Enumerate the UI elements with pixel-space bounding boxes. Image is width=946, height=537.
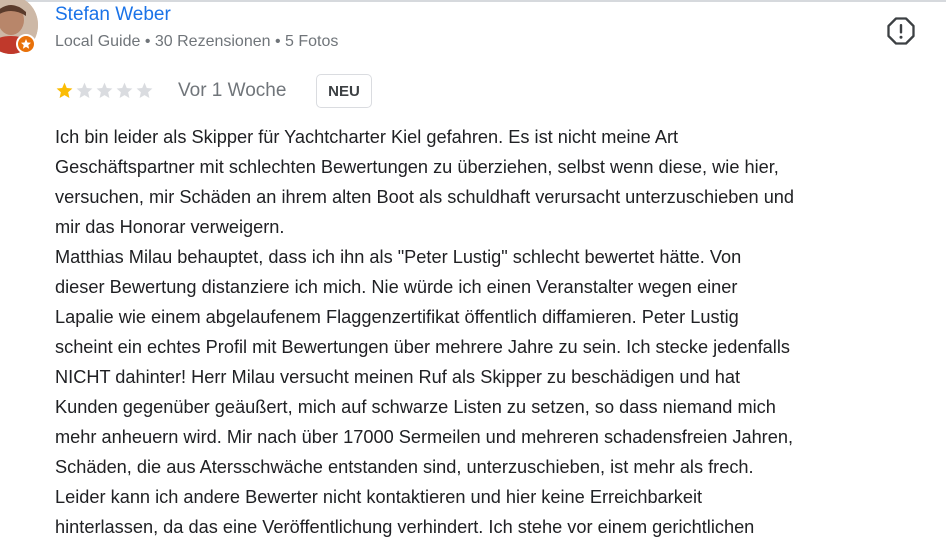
review-text-line: Schäden, die aus Atersschwäche entstande… <box>55 457 754 477</box>
reviewer-meta: Local Guide • 30 Rezensionen • 5 Fotos <box>55 33 339 50</box>
review-text-line: Geschäftspartner mit schlechten Bewertun… <box>55 157 779 177</box>
top-divider <box>0 0 946 2</box>
review-text-line: hinterlassen, da das eine Veröffentlichu… <box>55 517 755 537</box>
review-text-line: scheint ein echtes Profil mit Bewertunge… <box>55 337 790 357</box>
star-filled-icon <box>55 81 74 100</box>
review-text-line: versuchen, mir Schäden an ihrem alten Bo… <box>55 187 795 207</box>
review-text-line: Leider kann ich andere Bewerter nicht ko… <box>55 487 703 507</box>
review-date: Vor 1 Woche <box>178 80 287 101</box>
review-text-line: Lapalie wie einem abgelaufenem Flaggenze… <box>55 307 739 327</box>
review-text-line: mehr anheuern wird. Mir nach über 17000 … <box>55 427 794 447</box>
local-guide-star-icon <box>16 34 36 54</box>
review-text-line: mir das Honorar verweigern. <box>55 217 285 237</box>
review-text-line: dieser Bewertung distanziere ich mich. N… <box>55 277 738 297</box>
review-text-line: Kunden gegenüber geäußert, mich auf schw… <box>55 397 776 417</box>
star-empty-icon <box>75 81 94 100</box>
new-badge: NEU <box>316 74 372 108</box>
review-card: Stefan Weber Local Guide • 30 Rezensione… <box>0 0 946 537</box>
avatar[interactable] <box>0 0 38 54</box>
review-text-line: Matthias Milau behauptet, dass ich ihn a… <box>55 247 742 267</box>
review-text-line: NICHT dahinter! Herr Milau versucht mein… <box>55 367 741 387</box>
star-empty-icon <box>135 81 154 100</box>
star-empty-icon <box>95 81 114 100</box>
report-flag-icon[interactable] <box>885 15 917 47</box>
review-text-line: Ich bin leider als Skipper für Yachtchar… <box>55 127 679 147</box>
review-text: Ich bin leider als Skipper für Yachtchar… <box>55 122 937 537</box>
reviewer-name[interactable]: Stefan Weber <box>55 4 171 26</box>
star-empty-icon <box>115 81 134 100</box>
star-rating <box>55 81 154 100</box>
